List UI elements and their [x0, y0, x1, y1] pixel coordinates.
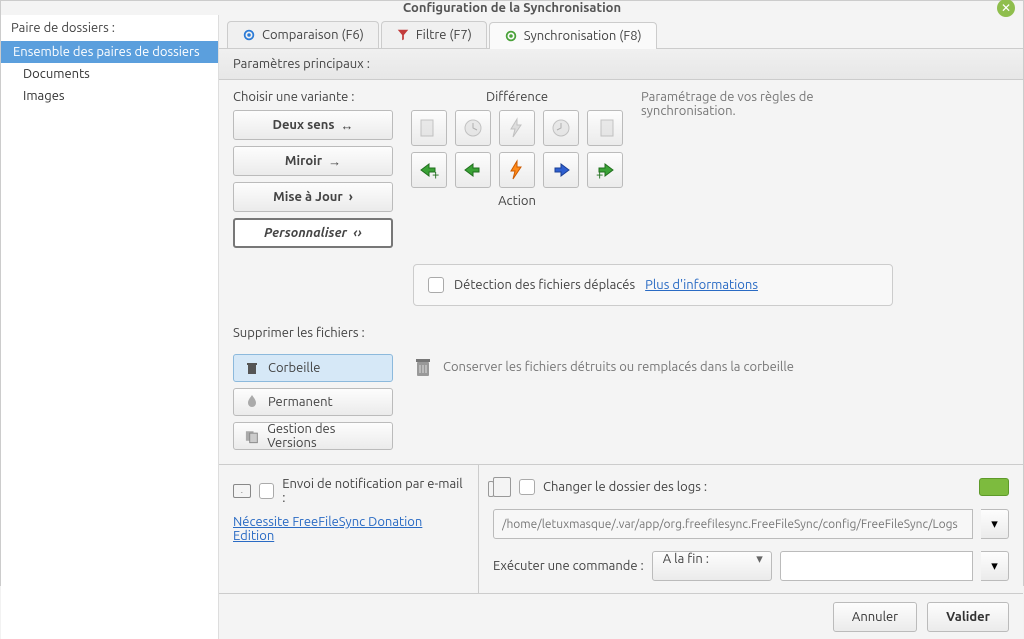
tab-sync[interactable]: Synchronisation (F8): [489, 22, 657, 49]
action-copy-right-button[interactable]: [455, 152, 491, 188]
gear-icon: [242, 28, 256, 42]
change-log-folder-checkbox[interactable]: [519, 479, 535, 495]
mail-icon: [233, 484, 251, 498]
window-title: Configuration de la Synchronisation: [403, 1, 621, 15]
detect-moved-checkbox[interactable]: [428, 277, 444, 293]
execute-command-input[interactable]: [780, 551, 973, 581]
execute-command-label: Exécuter une commande :: [493, 559, 644, 573]
versions-icon: [244, 428, 259, 444]
log-path-dropdown[interactable]: ▾: [981, 509, 1009, 539]
detect-moved-label: Détection des fichiers déplacés: [454, 278, 635, 292]
svg-text:+: +: [432, 168, 439, 181]
tab-filter[interactable]: Filtre (F7): [381, 21, 487, 48]
sidebar-item-all-pairs[interactable]: Ensemble des paires de dossiers: [1, 41, 218, 63]
titlebar: Configuration de la Synchronisation ✕: [1, 1, 1023, 15]
donation-link[interactable]: Nécessite FreeFileSync Donation Edition: [233, 515, 464, 543]
flame-icon: [244, 394, 260, 410]
svg-text:+: +: [596, 168, 603, 181]
email-checkbox[interactable]: [259, 483, 275, 499]
sidebar-header: Paire de dossiers :: [1, 15, 218, 41]
diff-right-newer-icon[interactable]: [543, 110, 579, 146]
action-label: Action: [498, 194, 536, 208]
diff-conflict-icon[interactable]: [499, 110, 535, 146]
trash-info-text: Conserver les fichiers détruits ou rempl…: [443, 360, 794, 374]
twoway-arrow-icon: ↔: [341, 118, 354, 133]
diff-left-only-icon[interactable]: [411, 110, 447, 146]
action-copy-left-plus-button[interactable]: +: [587, 152, 623, 188]
tab-comparison-label: Comparaison (F6): [262, 28, 364, 42]
difference-label: Différence: [486, 90, 548, 104]
delete-versioning-button[interactable]: Gestion des Versions: [233, 422, 393, 450]
action-copy-left-button[interactable]: [543, 152, 579, 188]
variant-update-button[interactable]: Mise à Jour ›: [233, 182, 393, 212]
variant-mirror-button[interactable]: Miroir →: [233, 146, 393, 176]
delete-permanent-button[interactable]: Permanent: [233, 388, 393, 416]
execute-when-select[interactable]: A la fin :: [652, 551, 772, 581]
action-copy-right-plus-button[interactable]: +: [411, 152, 447, 188]
close-icon[interactable]: ✕: [997, 0, 1015, 17]
choose-variant-label: Choisir une variante :: [233, 90, 393, 104]
update-arrow-icon: ›: [349, 190, 353, 204]
diff-left-newer-icon[interactable]: [455, 110, 491, 146]
funnel-icon: [396, 28, 410, 42]
variant-custom-button[interactable]: Personnaliser ‹›: [233, 218, 393, 248]
execute-command-dropdown[interactable]: ▾: [981, 551, 1009, 581]
delete-files-label: Supprimer les fichiers :: [233, 326, 1009, 340]
tabs: Comparaison (F6) Filtre (F7) Synchronisa…: [219, 15, 1023, 49]
ok-button[interactable]: Valider: [927, 602, 1009, 632]
tab-sync-label: Synchronisation (F8): [524, 29, 642, 43]
mirror-arrow-icon: →: [328, 154, 341, 169]
log-folder-browse-button[interactable]: [979, 478, 1009, 496]
more-info-link[interactable]: Plus d'informations: [645, 278, 758, 292]
tab-filter-label: Filtre (F7): [416, 28, 472, 42]
log-path-input[interactable]: [493, 509, 973, 539]
action-conflict-button[interactable]: [499, 152, 535, 188]
delete-trash-button[interactable]: Corbeille: [233, 354, 393, 382]
variant-twoway-button[interactable]: Deux sens ↔: [233, 110, 393, 140]
sync-help-text: Paramétrage de vos règles de synchronisa…: [641, 90, 841, 118]
diff-right-only-icon[interactable]: [587, 110, 623, 146]
sidebar-item-images[interactable]: Images: [1, 85, 218, 107]
detect-moved-box: Détection des fichiers déplacés Plus d'i…: [413, 264, 893, 306]
main-params-heading: Paramètres principaux :: [219, 49, 1023, 80]
email-label: Envoi de notification par e-mail :: [282, 477, 464, 505]
cancel-button[interactable]: Annuler: [833, 602, 917, 632]
sidebar: Paire de dossiers : Ensemble des paires …: [1, 15, 219, 639]
sidebar-item-documents[interactable]: Documents: [1, 63, 218, 85]
change-log-folder-label: Changer le dossier des logs :: [543, 480, 707, 494]
recycle-bin-icon: [413, 356, 433, 378]
tab-comparison[interactable]: Comparaison (F6): [227, 21, 379, 48]
custom-arrow-icon: ‹›: [353, 226, 362, 240]
trash-icon: [244, 360, 260, 376]
log-icon: [493, 477, 511, 497]
sync-gear-icon: [504, 29, 518, 43]
